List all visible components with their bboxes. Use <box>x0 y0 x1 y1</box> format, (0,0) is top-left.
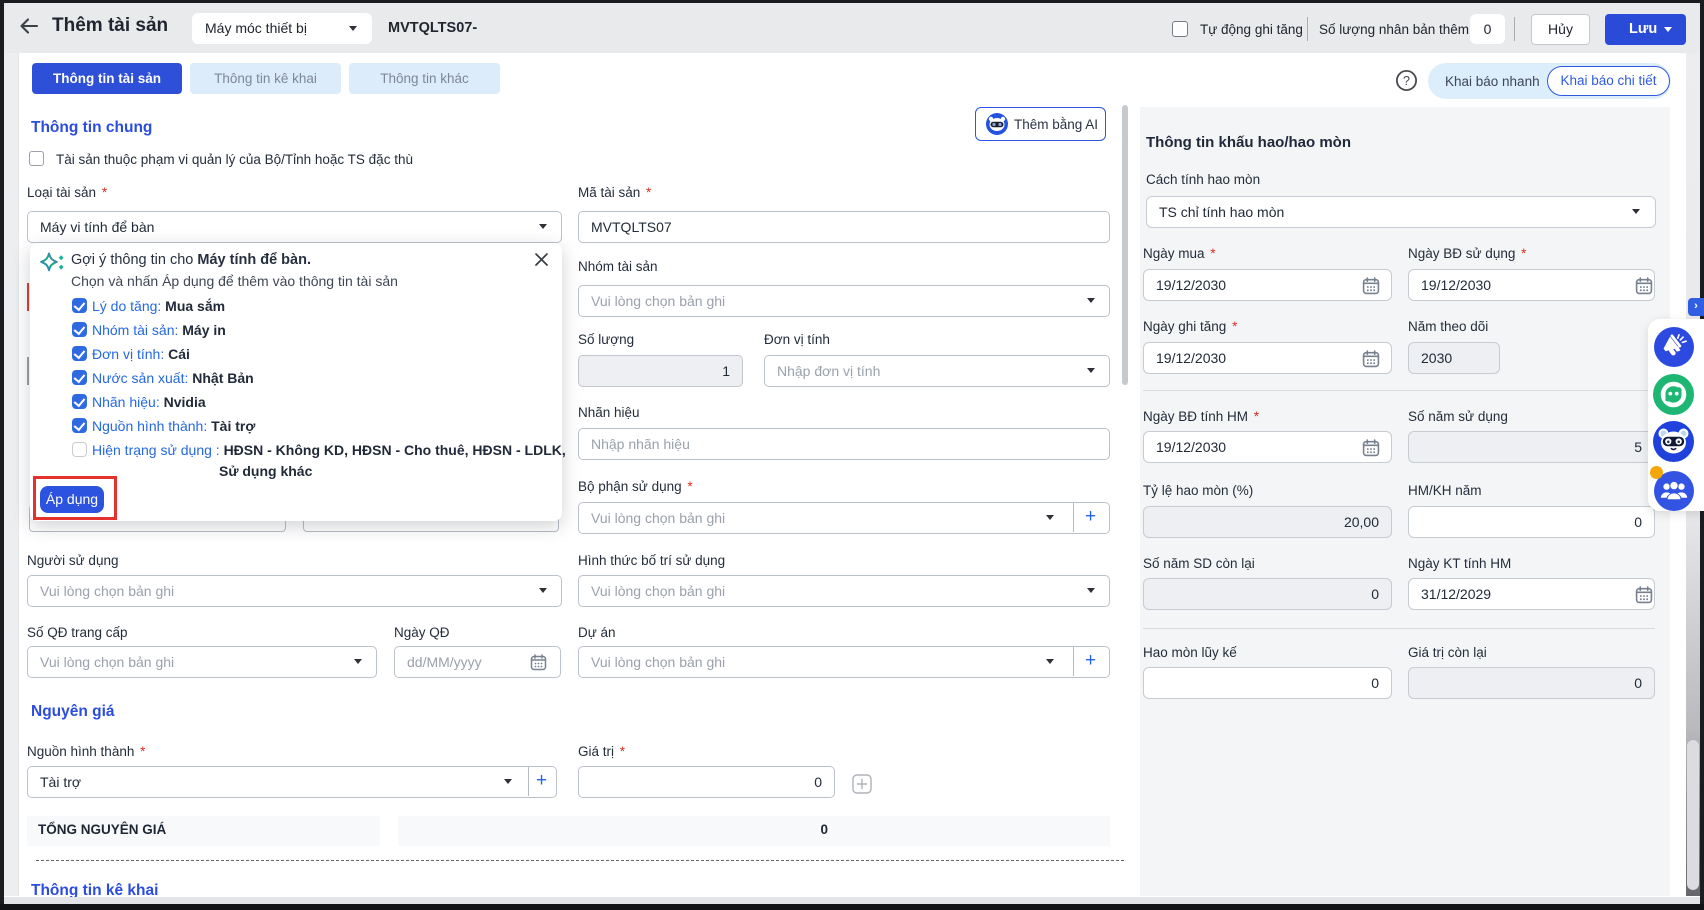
svg-text:?: ? <box>1403 74 1410 88</box>
